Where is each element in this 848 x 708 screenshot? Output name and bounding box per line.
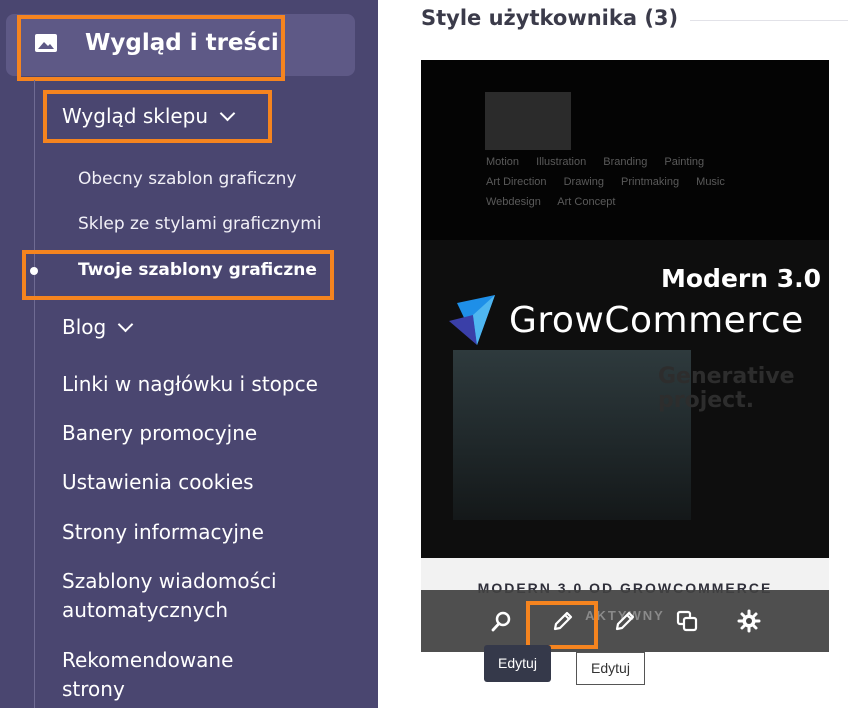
sidebar-item-cookies[interactable]: Ustawienia cookies [62, 468, 254, 497]
sidebar-item-promo-banners[interactable]: Banery promocyjne [62, 419, 257, 448]
preview-tags: Motion Illustration Branding Painting Ar… [486, 152, 786, 212]
sidebar-item-recommended-pages[interactable]: Rekomendowane strony [62, 646, 262, 704]
page-title: Style użytkownika (3) [421, 6, 679, 30]
blog-label: Blog [62, 315, 107, 339]
sidebar: Wygląd i treści Wygląd sklepu Obecny sza… [0, 0, 378, 708]
theme-card[interactable]: Motion Illustration Branding Painting Ar… [421, 60, 829, 652]
sidebar-subsection-store-appearance[interactable]: Wygląd sklepu [62, 104, 236, 128]
sidebar-item-message-templates[interactable]: Szablony wiadomości automatycznych [62, 567, 322, 625]
theme-preview: Motion Illustration Branding Painting Ar… [421, 60, 829, 558]
preview-tag: Art Direction [486, 176, 547, 188]
preview-tag: Motion [486, 156, 520, 168]
edit-tooltip: Edytuj [484, 645, 551, 682]
sidebar-item-info-pages[interactable]: Strony informacyjne [62, 518, 264, 547]
tree-line [34, 80, 35, 708]
sidebar-item-theme-store[interactable]: Sklep ze stylami graficznymi [78, 214, 322, 234]
subsection-label: Wygląd sklepu [62, 104, 209, 128]
preview-photo [453, 350, 691, 520]
preview-tag: Music [696, 176, 725, 188]
preview-tag: Drawing [563, 176, 604, 188]
preview-tag: Art Concept [557, 196, 616, 208]
image-icon [35, 34, 57, 52]
sidebar-section-title: Wygląd i treści [85, 30, 279, 56]
copy-icon[interactable] [675, 609, 699, 633]
brand-name: GrowCommerce [509, 300, 804, 341]
preview-tag: Printmaking [621, 176, 680, 188]
preview-thumbnail [485, 92, 571, 150]
sidebar-item-blog[interactable]: Blog [62, 313, 134, 342]
chevron-down-icon [219, 105, 236, 122]
sidebar-item-your-themes[interactable]: Twoje szablony graficzne [78, 260, 317, 280]
divider [690, 20, 848, 21]
search-icon[interactable] [490, 609, 514, 633]
preview-tag: Painting [664, 156, 705, 168]
gear-icon[interactable] [737, 609, 761, 633]
preview-tag: Branding [603, 156, 648, 168]
edit-tooltip-native: Edytuj [576, 652, 645, 685]
preview-tag: Illustration [536, 156, 587, 168]
card-toolbar: AKTYWNY [421, 590, 829, 652]
chevron-down-icon [117, 316, 134, 333]
pencil-icon[interactable] [613, 609, 637, 633]
growcommerce-logo [449, 295, 495, 345]
preview-tag: Webdesign [486, 196, 541, 208]
sidebar-item-header-footer-links[interactable]: Linki w nagłówku i stopce [62, 370, 318, 399]
sidebar-item-current-theme[interactable]: Obecny szablon graficzny [78, 169, 297, 189]
preview-heading: Generative project. [658, 364, 795, 413]
active-dot [30, 267, 38, 275]
brand-version: Modern 3.0 [661, 264, 822, 293]
pencil-icon[interactable] [551, 609, 575, 633]
sidebar-section-appearance[interactable]: Wygląd i treści [6, 14, 355, 76]
